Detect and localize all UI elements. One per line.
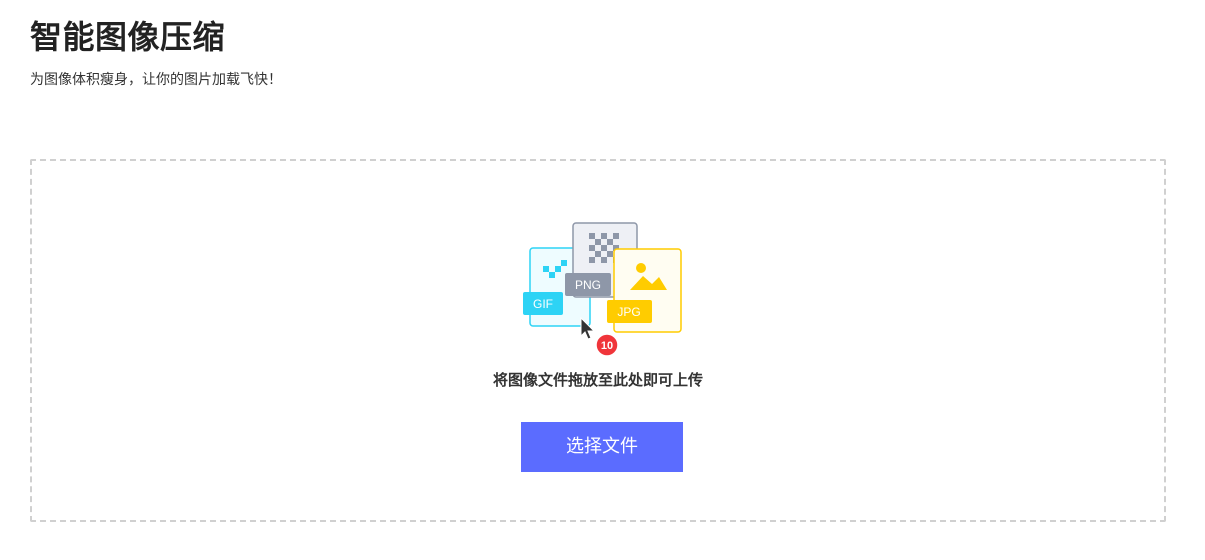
jpg-file-icon: JPG <box>607 248 682 333</box>
gif-label: GIF <box>533 297 553 311</box>
file-count-badge: 10 <box>595 333 619 357</box>
file-count-badge-text: 10 <box>601 340 613 352</box>
choose-file-button[interactable]: 选择文件 <box>521 422 683 472</box>
drop-hint-text: 将图像文件拖放至此处即可上传 <box>492 371 703 389</box>
upload-dropzone[interactable]: GIF PNG JPG 10 将图像文件拖放至此处即可上传 选择文件 <box>30 159 1166 522</box>
page-subtitle: 为图像体积瘦身，让你的图片加载飞快！ <box>30 72 282 88</box>
png-label: PNG <box>575 278 601 292</box>
jpg-label: JPG <box>617 305 640 319</box>
file-types-illustration: GIF PNG JPG 10 <box>523 222 682 357</box>
page-title: 智能图像压缩 <box>30 18 226 56</box>
